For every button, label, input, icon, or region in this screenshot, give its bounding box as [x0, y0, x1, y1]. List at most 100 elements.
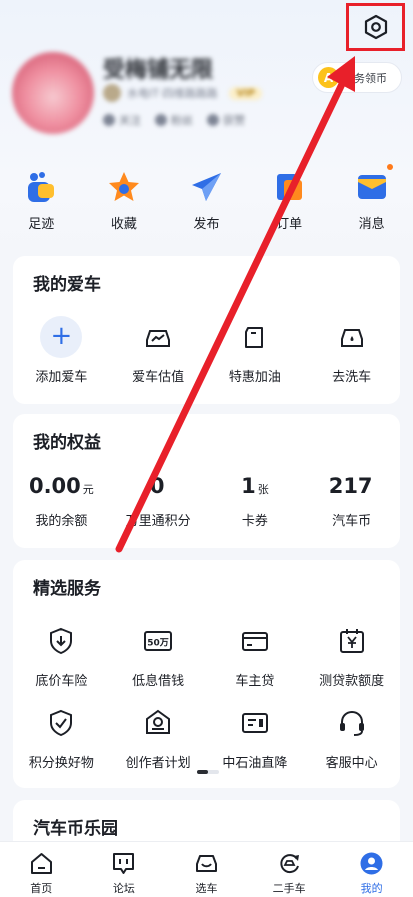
user-stat-fans[interactable]: 粉丝: [155, 112, 193, 128]
balance-item[interactable]: 0.00 元 我的余额: [13, 474, 110, 529]
service-label: 测贷款额度: [319, 674, 385, 689]
coupons-item[interactable]: 1张 卡券: [207, 474, 304, 529]
loan-icon: 50万: [137, 620, 179, 662]
car-wash-icon: [331, 316, 373, 358]
settings-button[interactable]: [346, 3, 405, 51]
my-rights-row: 0.00 元 我的余额 0 万里通积分 1张 卡券 217 汽车币: [13, 474, 400, 529]
headset-icon: [331, 702, 373, 744]
car-select-icon: [195, 855, 217, 872]
service-petrochina[interactable]: 中石油直降: [207, 702, 304, 771]
nav-used-car[interactable]: 二手车: [248, 842, 331, 897]
used-car-icon: [279, 854, 299, 874]
nav-car-select[interactable]: 选车: [165, 842, 248, 897]
quick-link-messages[interactable]: 消息: [330, 170, 413, 232]
nav-label: 我的: [360, 882, 383, 895]
car-coins-item[interactable]: 217 汽车币: [303, 474, 400, 529]
service-creator-plan[interactable]: 创作者计划: [110, 702, 207, 771]
nav-profile[interactable]: 我的: [330, 842, 413, 897]
user-subtitle: 水电IT·四维路路路: [127, 87, 218, 100]
quick-link-label: 订单: [276, 217, 303, 232]
points-label: 万里通积分: [125, 514, 191, 529]
quick-link-label: 足迹: [28, 217, 55, 232]
shield-check-icon: [40, 702, 82, 744]
nav-label: 选车: [195, 882, 218, 895]
plus-icon: +: [40, 316, 83, 358]
my-car-row: + 添加爱车 爱车估值 特惠加油 去洗车: [13, 316, 400, 385]
services-page-indicator: [197, 770, 219, 774]
car-value-icon: [137, 316, 179, 358]
user-subtitle-row: 水电IT·四维路路路 VIP: [103, 84, 263, 102]
car-coins-label: 汽车币: [332, 514, 372, 529]
quick-link-orders[interactable]: 订单: [248, 170, 331, 232]
my-rights-title: 我的权益: [33, 433, 101, 453]
profile-icon: [360, 852, 383, 875]
service-label: 车主贷: [235, 674, 275, 689]
car-value-label: 爱车估值: [132, 370, 185, 385]
services-card: 精选服务 底价车险 50万 低息借钱 车主贷 测贷款额度 积分换好物 创作者计划…: [13, 560, 400, 788]
user-stats: 关注 粉丝 获赞: [103, 112, 245, 128]
task-coin-button[interactable]: A 任务领币: [312, 62, 402, 93]
fuel-discount-label: 特惠加油: [228, 370, 281, 385]
service-label: 中石油直降: [222, 756, 288, 771]
services-row-1: 底价车险 50万 低息借钱 车主贷 测贷款额度: [13, 620, 400, 689]
send-icon: [189, 170, 223, 204]
user-stat-follow[interactable]: 关注: [103, 112, 141, 128]
fuel-discount-button[interactable]: 特惠加油: [207, 316, 304, 385]
my-car-card: 我的爱车 + 添加爱车 爱车估值 特惠加油 去洗车: [13, 256, 400, 404]
car-wash-label: 去洗车: [332, 370, 372, 385]
fuel-card-icon: [234, 702, 276, 744]
calendar-yen-icon: [331, 620, 373, 662]
notification-dot: [387, 164, 393, 170]
quick-link-label: 消息: [358, 217, 385, 232]
service-insurance[interactable]: 底价车险: [13, 620, 110, 689]
quick-link-favorites[interactable]: 收藏: [83, 170, 166, 232]
star-icon: [107, 170, 141, 204]
forum-icon: [113, 853, 135, 874]
coin-icon: A: [318, 67, 339, 88]
car-value-button[interactable]: 爱车估值: [110, 316, 207, 385]
quick-links: 足迹 收藏 发布 订单 消息: [0, 170, 413, 232]
svg-text:50万: 50万: [147, 638, 169, 649]
my-car-title: 我的爱车: [33, 275, 101, 295]
my-rights-card: 我的权益 0.00 元 我的余额 0 万里通积分 1张 卡券 217 汽车币: [13, 414, 400, 548]
settings-hexagon-icon: [364, 14, 387, 40]
service-points-exchange[interactable]: 积分换好物: [13, 702, 110, 771]
quick-link-footprint[interactable]: 足迹: [0, 170, 83, 232]
nav-forum[interactable]: 论坛: [83, 842, 166, 897]
home-icon: [30, 853, 52, 874]
footprint-icon: [24, 170, 58, 204]
nav-label: 二手车: [272, 882, 306, 895]
balance-value: 0.00 元: [28, 474, 94, 498]
fuel-icon: [234, 316, 276, 358]
username[interactable]: 受梅铺无限: [103, 52, 213, 84]
task-label: 任务领币: [343, 71, 387, 85]
nav-label: 首页: [30, 882, 53, 895]
car-coins-value: 217: [328, 474, 373, 498]
service-label: 低息借钱: [132, 674, 185, 689]
creator-icon: [137, 702, 179, 744]
order-icon: [272, 170, 306, 204]
nav-home[interactable]: 首页: [0, 842, 83, 897]
coupons-value: 1张: [241, 474, 269, 498]
vip-badge[interactable]: VIP: [229, 86, 263, 100]
quick-link-publish[interactable]: 发布: [165, 170, 248, 232]
level-badge-icon: [103, 84, 121, 102]
service-label: 创作者计划: [125, 756, 191, 771]
add-car-button[interactable]: + 添加爱车: [13, 316, 110, 385]
service-label: 积分换好物: [28, 756, 94, 771]
car-wash-button[interactable]: 去洗车: [303, 316, 400, 385]
points-item[interactable]: 0 万里通积分: [110, 474, 207, 529]
service-owner-loan[interactable]: 车主贷: [207, 620, 304, 689]
nav-label: 论坛: [112, 882, 135, 895]
bottom-nav: 首页 论坛 选车 二手车 我的: [0, 841, 413, 897]
balance-label: 我的余额: [35, 514, 88, 529]
user-stat-likes[interactable]: 获赞: [207, 112, 245, 128]
avatar[interactable]: [12, 52, 94, 134]
service-customer-center[interactable]: 客服中心: [303, 702, 400, 771]
quick-link-label: 收藏: [110, 217, 137, 232]
service-loan-quota[interactable]: 测贷款额度: [303, 620, 400, 689]
services-title: 精选服务: [33, 579, 101, 599]
points-value: 0: [149, 474, 165, 498]
card-icon: [234, 620, 276, 662]
service-loan[interactable]: 50万 低息借钱: [110, 620, 207, 689]
